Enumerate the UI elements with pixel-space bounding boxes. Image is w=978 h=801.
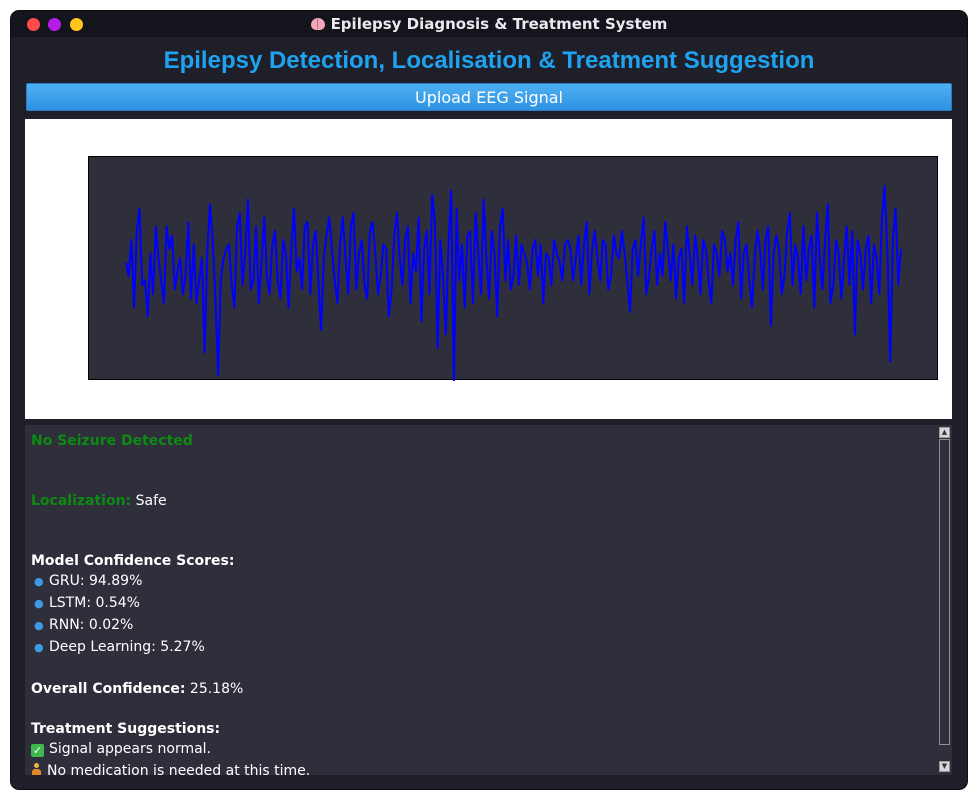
overall-confidence-line: Overall Confidence: 25.18%: [31, 681, 243, 697]
eeg-plot-panel: [25, 119, 952, 419]
scrollbar-thumb[interactable]: [939, 439, 950, 745]
upload-eeg-button[interactable]: Upload EEG Signal: [26, 83, 952, 111]
localization-line: Localization: Safe: [31, 493, 167, 509]
model-score-text: RNN: 0.02%: [49, 617, 134, 633]
person-icon: [31, 763, 41, 775]
treatment-text: No medication is needed at this time.: [47, 763, 311, 775]
treatment-text: Signal appears normal.: [49, 741, 212, 757]
model-score-item: ● RNN: 0.02%: [31, 617, 133, 633]
seizure-status: No Seizure Detected: [31, 433, 193, 449]
page-title: Epilepsy Detection, Localisation & Treat…: [163, 47, 815, 74]
model-score-item: ● GRU: 94.89%: [31, 573, 142, 589]
model-score-text: LSTM: 0.54%: [49, 595, 140, 611]
model-score-item: ● Deep Learning: 5.27%: [31, 639, 205, 655]
bullet-icon: ●: [34, 597, 44, 610]
bullet-icon: ●: [34, 619, 44, 632]
localization-label: Localization:: [31, 493, 132, 509]
confidence-heading: Model Confidence Scores:: [31, 553, 235, 569]
window-title-wrap: Epilepsy Diagnosis & Treatment System: [11, 11, 967, 37]
app-window: Epilepsy Diagnosis & Treatment System Ep…: [11, 11, 967, 789]
treatment-heading: Treatment Suggestions:: [31, 721, 221, 737]
eeg-plot-area: [88, 156, 938, 381]
model-score-text: Deep Learning: 5.27%: [49, 639, 205, 655]
treatment-item: ✓ Signal appears normal.: [31, 741, 211, 757]
brain-icon: [310, 18, 325, 30]
localization-value: Safe: [135, 493, 167, 509]
window-title: Epilepsy Diagnosis & Treatment System: [330, 15, 668, 33]
treatment-item: No medication is needed at this time.: [31, 763, 310, 775]
scroll-up-arrow-icon[interactable]: ▲: [939, 427, 950, 438]
model-score-text: GRU: 94.89%: [49, 573, 143, 589]
check-icon: ✓: [31, 744, 44, 757]
overall-confidence-value: 25.18%: [189, 681, 244, 697]
bullet-icon: ●: [34, 575, 44, 588]
overall-confidence-label: Overall Confidence:: [31, 681, 186, 697]
eeg-signal-chart: [125, 185, 902, 381]
scroll-down-arrow-icon[interactable]: ▼: [939, 761, 950, 772]
results-panel[interactable]: No Seizure Detected Localization: Safe M…: [25, 425, 952, 775]
title-bar: Epilepsy Diagnosis & Treatment System: [11, 11, 967, 37]
model-score-item: ● LSTM: 0.54%: [31, 595, 140, 611]
eeg-signal-line: [125, 185, 902, 381]
results-scrollbar[interactable]: ▲ ▼: [938, 425, 952, 775]
bullet-icon: ●: [34, 641, 44, 654]
